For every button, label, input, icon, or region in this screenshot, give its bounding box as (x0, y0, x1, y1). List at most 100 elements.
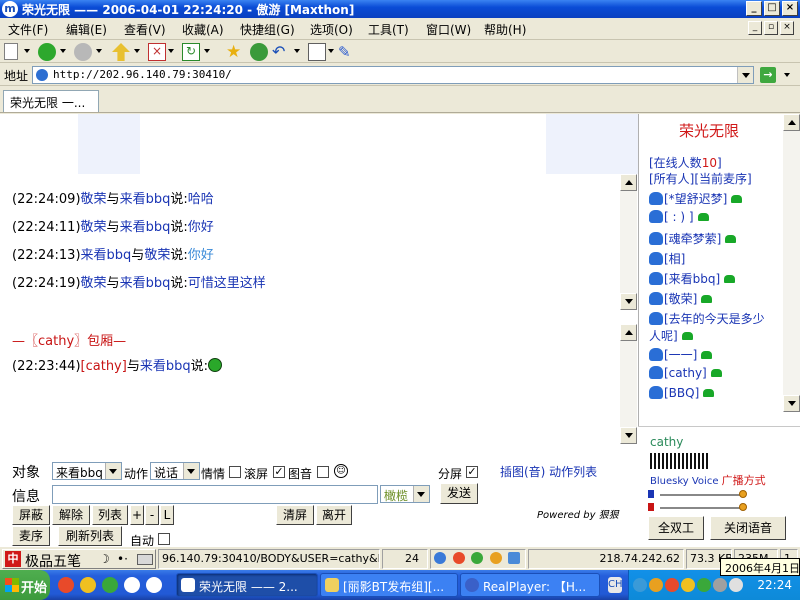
clock[interactable]: 22:24 (757, 578, 792, 592)
status-icon[interactable] (508, 552, 520, 564)
restore-icon[interactable]: _ (748, 21, 762, 35)
status-icon[interactable] (452, 552, 465, 564)
back-icon[interactable] (38, 43, 56, 61)
target-select[interactable]: 来看bbq (52, 462, 122, 480)
maximize-button[interactable]: □ (764, 1, 780, 16)
user-item[interactable]: [去年的今天是多少 (649, 310, 765, 327)
insert-link[interactable]: 插图(音) 动作列表 (500, 463, 597, 480)
send-button[interactable]: 发送 (440, 483, 478, 504)
close-button[interactable]: × (782, 1, 798, 16)
user-list-scrollbar[interactable] (783, 114, 800, 412)
back-dropdown-icon[interactable] (60, 49, 66, 53)
auto-checkbox[interactable] (158, 533, 170, 545)
scroll-down-icon[interactable] (620, 293, 637, 310)
public-chat-scrollbar[interactable] (620, 174, 637, 310)
address-url[interactable]: http://202.96.140.79:30410/ (53, 68, 232, 81)
ime-toolbar[interactable]: 中 极品五笔 ☽ •· (2, 549, 156, 570)
task-folder[interactable]: [丽影BT发布组][... (320, 573, 458, 597)
tray-icon[interactable] (649, 578, 663, 592)
user-item[interactable]: [相] (649, 250, 685, 267)
stop-dropdown-icon[interactable] (168, 49, 174, 53)
close-voice-button[interactable]: 关闭语音 (710, 516, 786, 540)
maxthon-icon[interactable] (146, 577, 162, 593)
ime-icon[interactable]: 中 (5, 551, 21, 567)
user-item-continued[interactable]: 人呢] (649, 327, 693, 344)
forward-icon[interactable] (74, 43, 92, 61)
address-input[interactable]: http://202.96.140.79:30410/ (32, 66, 754, 84)
favorites-icon[interactable]: ★ (226, 43, 244, 61)
user-item[interactable]: [来看bbq] (649, 270, 736, 287)
sound-checkbox[interactable]: ✓ (273, 466, 285, 478)
column-icon[interactable] (308, 43, 326, 61)
refresh-icon[interactable]: ↻ (182, 43, 200, 61)
user-item[interactable]: [一一] (649, 346, 713, 363)
undo-icon[interactable]: ↶ (272, 43, 290, 61)
volume-icon[interactable] (729, 578, 743, 592)
up-dropdown-icon[interactable] (134, 49, 140, 53)
split-checkbox[interactable]: ✓ (466, 466, 478, 478)
tray-icon[interactable] (633, 578, 647, 592)
scroll-up-icon[interactable] (620, 324, 637, 341)
scroll-down-icon[interactable] (620, 427, 637, 444)
scroll-checkbox[interactable] (229, 466, 241, 478)
menu-favorites[interactable]: 收藏(A) (182, 21, 224, 38)
menu-edit[interactable]: 编辑(E) (66, 21, 107, 38)
tray-icon[interactable] (713, 578, 727, 592)
refresh-list-button[interactable]: 刷新列表 (58, 526, 122, 546)
tray-icon[interactable] (681, 578, 695, 592)
clear-button[interactable]: 清屏 (276, 505, 314, 525)
new-page-icon[interactable] (4, 43, 18, 60)
unblock-button[interactable]: 解除 (52, 505, 90, 525)
qq-icon[interactable] (80, 577, 96, 593)
keyboard-icon[interactable] (137, 554, 153, 565)
tab-rongguang[interactable]: 荣光无限 一... (3, 90, 99, 112)
language-icon[interactable]: CH (608, 577, 623, 593)
color-select[interactable]: 橄榄 (380, 485, 430, 503)
scroll-down-icon[interactable] (783, 395, 800, 412)
l-button[interactable]: L (160, 505, 174, 525)
slider-knob[interactable] (739, 503, 747, 511)
refresh-dropdown-icon[interactable] (204, 49, 210, 53)
address-dropdown-icon[interactable] (737, 67, 753, 83)
full-duplex-button[interactable]: 全双工 (648, 516, 704, 540)
list-button[interactable]: 列表 (92, 505, 128, 525)
minimize-button[interactable]: _ (746, 1, 762, 16)
menu-options[interactable]: 选项(O) (310, 21, 353, 38)
menu-tools[interactable]: 工具(T) (368, 21, 409, 38)
forward-dropdown-icon[interactable] (96, 49, 102, 53)
private-chat-scrollbar[interactable] (620, 324, 637, 444)
emoticon-icon[interactable]: ☺ (334, 464, 348, 478)
task-realplayer[interactable]: RealPlayer: 【H... (460, 573, 600, 597)
new-dropdown-icon[interactable] (24, 49, 30, 53)
plus-button[interactable]: + (130, 505, 144, 525)
user-item[interactable]: [BBQ] (649, 386, 715, 400)
tray-icon[interactable] (665, 578, 679, 592)
tile-icon[interactable]: ▫ (764, 21, 778, 35)
column-dropdown-icon[interactable] (328, 49, 334, 53)
status-icon[interactable] (471, 552, 483, 564)
extra-checkbox[interactable] (317, 466, 329, 478)
stop-icon[interactable]: × (148, 43, 166, 61)
user-item[interactable]: [*望舒迟梦] (649, 190, 743, 207)
messenger-icon[interactable] (102, 577, 118, 593)
status-icon[interactable] (434, 552, 446, 564)
close-tab-icon[interactable]: × (780, 21, 794, 35)
action-select[interactable]: 说话 (150, 462, 200, 480)
scroll-up-icon[interactable] (783, 114, 800, 131)
go-dropdown-icon[interactable] (784, 73, 790, 77)
mic-queue-button[interactable]: 麦序 (12, 526, 50, 546)
menu-help[interactable]: 帮助(H) (484, 21, 526, 38)
moon-icon[interactable]: ☽ (99, 552, 110, 566)
menu-shortcut-group[interactable]: 快捷组(G) (240, 21, 295, 38)
undo-dropdown-icon[interactable] (294, 49, 300, 53)
shield-button[interactable]: 屏蔽 (12, 505, 50, 525)
user-item[interactable]: [敬荣] (649, 290, 713, 307)
volume-slider[interactable] (660, 490, 747, 498)
quicklaunch-icon[interactable] (58, 577, 74, 593)
tray-icon[interactable] (697, 578, 711, 592)
group-icon[interactable] (250, 43, 268, 61)
start-button[interactable]: 开始 (0, 570, 50, 600)
slider-knob[interactable] (739, 490, 747, 498)
leave-button[interactable]: 离开 (316, 505, 352, 525)
edit-icon[interactable]: ✎ (338, 43, 356, 61)
